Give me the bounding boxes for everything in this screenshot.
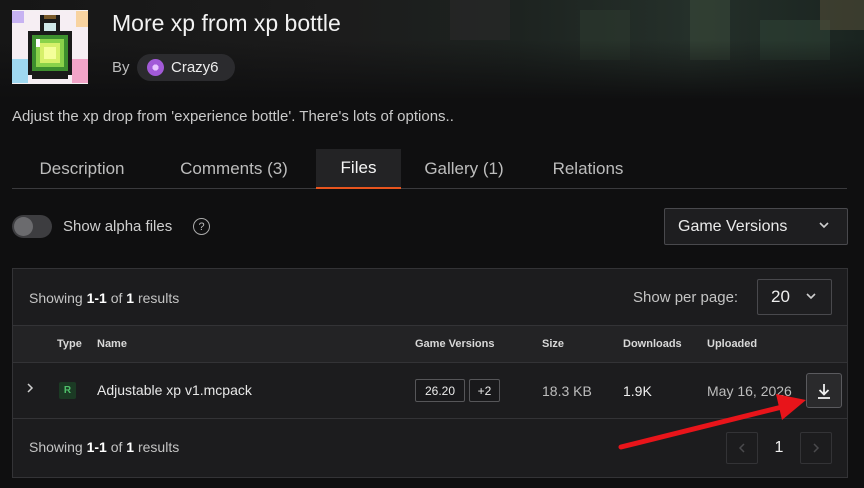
help-circle-icon[interactable]: ? [193,218,210,235]
game-versions-select[interactable]: Game Versions [664,208,848,245]
more-versions-chip[interactable]: +2 [469,379,500,402]
results-summary-bottom: Showing 1-1 of 1 results [29,439,180,455]
header-game-versions: Game Versions [415,338,495,350]
project-title: More xp from xp bottle [112,10,341,36]
files-panel: Showing 1-1 of 1 results Show per page: … [12,268,848,478]
header-name: Name [97,338,127,350]
file-name-link[interactable]: Adjustable xp v1.mcpack [97,382,252,398]
download-button[interactable] [806,373,842,408]
alpha-files-toggle[interactable] [12,215,52,238]
tab-description[interactable]: Description [12,149,152,188]
chevron-right-icon[interactable] [25,381,35,395]
chevron-left-icon [738,443,745,453]
download-count: 1.9K [623,383,652,399]
chevron-right-icon [813,443,820,453]
table-header: Type Name Game Versions Size Downloads U… [13,325,847,363]
project-summary: Adjust the xp drop from 'experience bott… [12,108,454,125]
current-page[interactable]: 1 [768,439,790,457]
next-page-button[interactable] [800,432,832,464]
per-page-value: 20 [771,287,790,306]
chevron-down-icon [819,222,829,229]
tab-gallery[interactable]: Gallery (1) [409,149,519,188]
game-versions-label: Game Versions [678,217,788,235]
header-size: Size [542,338,565,350]
project-tabs: Description Comments (3) Files Gallery (… [12,149,847,189]
results-summary-top: Showing 1-1 of 1 results [29,290,180,306]
release-type-badge: R [59,382,76,399]
tab-files[interactable]: Files [316,149,401,189]
game-version-chip: 26.20 [415,379,465,402]
by-label: By [112,59,130,76]
toggle-knob [14,217,33,236]
per-page-label: Show per page: [633,289,739,306]
author-avatar [147,59,164,76]
download-icon [818,383,830,399]
tab-comments[interactable]: Comments (3) [160,149,308,188]
upload-date: May 16, 2026 [707,383,792,399]
project-logo [12,10,88,84]
chevron-down-icon [806,293,816,300]
tab-relations[interactable]: Relations [527,149,649,188]
alpha-files-label: Show alpha files [63,218,173,235]
author-name: Crazy6 [171,59,219,76]
author-chip[interactable]: Crazy6 [137,54,235,81]
header-type: Type [57,338,82,350]
prev-page-button[interactable] [726,432,758,464]
table-row[interactable]: R Adjustable xp v1.mcpack 26.20 +2 18.3 … [13,363,847,419]
header-downloads: Downloads [623,338,682,350]
per-page-select[interactable]: 20 [757,279,832,315]
file-size: 18.3 KB [542,383,592,399]
header-uploaded: Uploaded [707,338,758,350]
